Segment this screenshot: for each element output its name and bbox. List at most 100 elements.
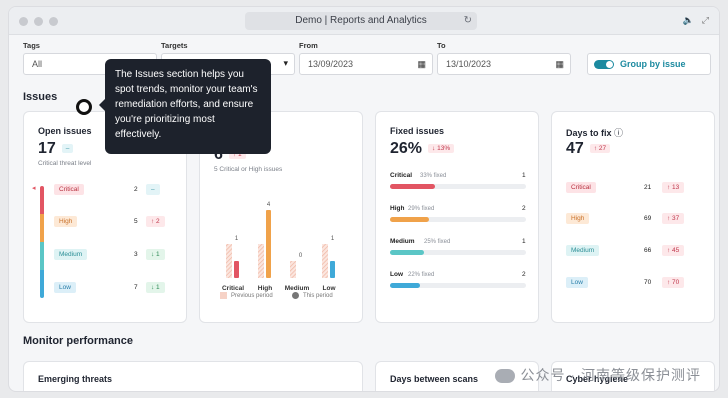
bar-previous-high <box>258 244 264 278</box>
open-issues-delta: – <box>61 144 74 154</box>
delta-high: ↑ 2 <box>146 216 165 227</box>
fixed-pct-high: 29% fixed <box>408 206 435 212</box>
chevron-down-icon: ▾ <box>283 58 288 68</box>
days-between-scans-title: Days between scans <box>390 374 479 384</box>
close-dot[interactable] <box>19 17 28 26</box>
window-controls[interactable] <box>19 17 58 26</box>
bar-annotation-critical: 1 <box>235 236 239 242</box>
dtf-count-high: 69 <box>644 215 652 222</box>
dtf-count-medium: 66 <box>644 247 652 254</box>
fixed-bar-medium <box>390 250 526 255</box>
tags-label: Tags <box>23 41 40 50</box>
tick-label-medium: Medium <box>285 285 310 292</box>
title-bar: Demo | Reports and Analytics ↻ 🔈 ⤢ <box>9 7 719 35</box>
days-to-fix-title: Days to fix ⓘ <box>566 128 624 138</box>
fixed-count-low: 2 <box>522 271 526 278</box>
tick-label-low: Low <box>323 285 337 292</box>
tick-label-critical: Critical <box>222 285 244 292</box>
tooltip-text: The Issues section helps you spot trends… <box>115 69 258 140</box>
bar-current-critical <box>234 261 239 278</box>
to-label: To <box>437 41 446 50</box>
watermark: 公众号 · 河南等级保护测评 <box>494 365 701 385</box>
fixed-label-critical: Critical <box>390 172 413 179</box>
address-bar[interactable]: Demo | Reports and Analytics ↻ <box>245 12 477 30</box>
legend-this-label: This period <box>303 293 333 300</box>
dtf-badge-critical: Critical <box>566 182 596 193</box>
count-high: 5 <box>134 218 138 225</box>
fixed-bar-fill-critical <box>390 184 435 189</box>
dtf-badge-high: High <box>566 213 590 224</box>
fixed-bar-critical <box>390 184 526 189</box>
bar-current-low <box>330 261 335 278</box>
severity-badge-medium: Medium <box>54 249 88 260</box>
to-date-value: 13/10/2023 <box>446 59 492 69</box>
fixed-bar-low <box>390 283 526 288</box>
browser-window: Demo | Reports and Analytics ↻ 🔈 ⤢ Tags … <box>8 6 720 392</box>
severity-bar-chart: 1 Critical 4 High 0 Medium 1 Low <box>222 202 337 292</box>
open-issues-sub: Critical threat level <box>38 160 92 167</box>
fixed-label-low: Low <box>390 271 403 278</box>
calendar-icon[interactable]: ▦ <box>555 54 564 74</box>
targets-label: Targets <box>161 41 188 50</box>
calendar-icon[interactable]: ▦ <box>417 54 426 74</box>
open-issues-title: Open issues <box>38 126 92 136</box>
maximize-dot[interactable] <box>49 17 58 26</box>
info-icon[interactable]: ⓘ <box>614 128 623 138</box>
legend-previous-label: Previous period <box>231 293 273 300</box>
fixed-issues-delta: ↓ 13% <box>428 144 455 154</box>
reload-icon[interactable]: ↻ <box>464 12 472 30</box>
fixed-issues-value: 26% ↓ 13% <box>390 140 455 158</box>
count-critical: 2 <box>134 186 138 193</box>
bar-previous-critical <box>226 244 232 278</box>
expand-icon[interactable]: ⤢ <box>702 15 709 26</box>
minimize-dot[interactable] <box>34 17 43 26</box>
fixed-count-medium: 1 <box>522 238 526 245</box>
issues-heading: Issues <box>23 91 58 103</box>
severity-badge-critical: Critical <box>54 184 84 195</box>
from-label: From <box>299 41 318 50</box>
monitor-performance-heading: Monitor performance <box>23 335 134 347</box>
fixed-issues-card: Fixed issues 26% ↓ 13% Critical 33% fixed 1… <box>375 111 539 323</box>
days-to-fix-delta: ↑ 27 <box>589 144 611 154</box>
fixed-count-critical: 1 <box>522 172 526 179</box>
legend-this: This period <box>292 292 333 299</box>
fixed-issues-title: Fixed issues <box>390 126 445 136</box>
delta-critical: – <box>146 184 160 195</box>
tick-label-high: High <box>258 285 272 292</box>
speaker-icon[interactable]: 🔈 <box>683 15 694 26</box>
count-medium: 3 <box>134 251 138 258</box>
cursor-highlight-icon <box>76 99 92 115</box>
dtf-count-low: 70 <box>644 279 652 286</box>
bar-previous-medium <box>290 261 296 278</box>
days-to-fix-value: 47 ↑ 27 <box>566 140 611 158</box>
titlebar-right-icons: 🔈 ⤢ <box>683 15 709 26</box>
fixed-pct-critical: 33% fixed <box>420 173 447 179</box>
legend-previous-swatch <box>220 292 227 299</box>
dtf-delta-high: ↑ 37 <box>662 213 685 224</box>
fixed-bar-high <box>390 217 526 222</box>
tooltip-arrow <box>99 99 105 111</box>
watermark-text: 公众号 · 河南等级保护测评 <box>520 367 701 383</box>
days-to-fix-card: Days to fix ⓘ 47 ↑ 27 Critical 21 ↑ 13 Hi… <box>551 111 715 323</box>
to-date-input[interactable]: 13/10/2023 ▦ <box>437 53 571 75</box>
dtf-delta-medium: ↑ 45 <box>662 245 685 256</box>
bar-annotation-low: 1 <box>331 236 335 242</box>
severity-stripe <box>40 186 44 298</box>
dtf-count-critical: 21 <box>644 184 652 191</box>
fixed-bar-fill-medium <box>390 250 424 255</box>
issues-tooltip: The Issues section helps you spot trends… <box>99 59 271 154</box>
toggle-switch[interactable] <box>594 60 614 69</box>
dtf-badge-medium: Medium <box>566 245 600 256</box>
emerging-threats-title: Emerging threats <box>38 374 113 384</box>
delta-medium: ↓ 1 <box>146 249 165 260</box>
group-by-issue-label: Group by issue <box>620 59 686 69</box>
fixed-pct-medium: 25% fixed <box>424 239 451 245</box>
fixed-bar-fill-high <box>390 217 430 222</box>
severity-chart-sub: 5 Critical or High issues <box>214 166 283 173</box>
from-date-input[interactable]: 13/09/2023 ▦ <box>299 53 433 75</box>
fixed-pct-low: 22% fixed <box>408 272 435 278</box>
fixed-label-high: High <box>390 205 405 212</box>
fixed-count-high: 2 <box>522 205 526 212</box>
fixed-bar-fill-low <box>390 283 420 288</box>
group-by-issue-toggle[interactable]: Group by issue <box>587 53 711 75</box>
